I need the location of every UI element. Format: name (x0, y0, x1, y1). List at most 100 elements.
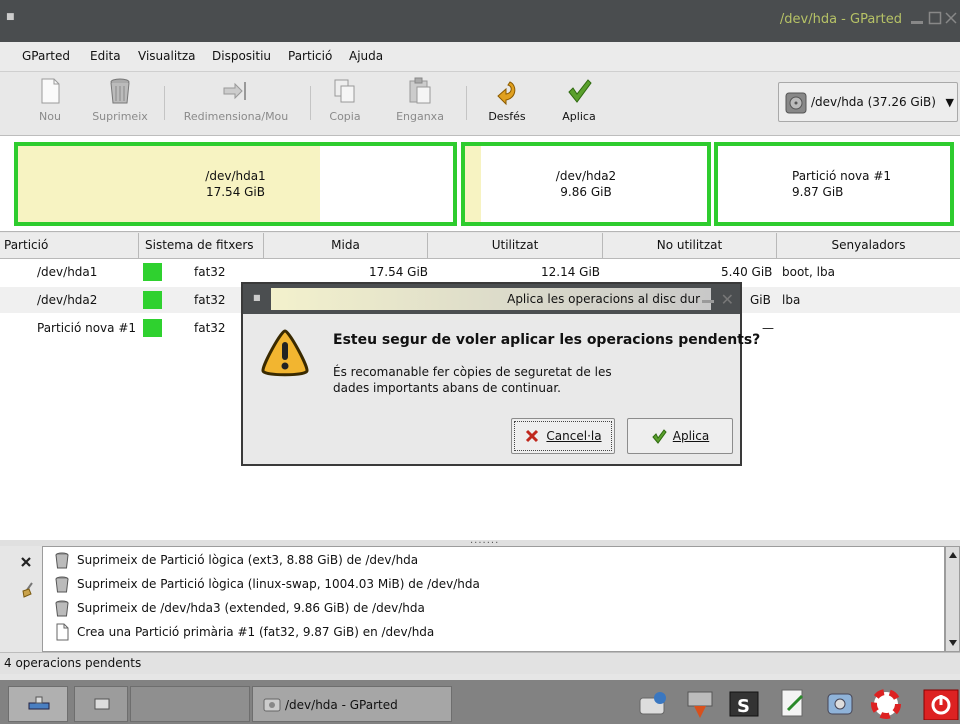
harddisk-icon (785, 92, 807, 114)
menu-icon (28, 696, 50, 710)
delete-button[interactable]: Suprimeix (90, 76, 150, 130)
undo-arrow-icon (497, 81, 516, 106)
copy-icon (334, 79, 355, 103)
new-document-icon (56, 623, 69, 641)
dialog-apply-button[interactable]: Aplica (627, 418, 733, 454)
scroll-down-arrow-icon[interactable] (948, 639, 958, 647)
menu-edit[interactable]: Edita (90, 49, 121, 63)
paste-button[interactable]: Enganxa (390, 76, 450, 130)
status-text: 4 operacions pendents (4, 656, 142, 670)
menu-partition[interactable]: Partició (288, 49, 332, 63)
taskbar-window-title: /dev/hda - GParted (285, 698, 398, 712)
cell-flags: lba (782, 293, 801, 307)
minimize-icon[interactable] (910, 11, 924, 25)
show-desktop-button[interactable] (74, 686, 128, 722)
column-unused[interactable]: No utilitzat (603, 233, 777, 259)
resize-move-button[interactable]: Redimensiona/Mou (176, 76, 296, 130)
dialog-heading: Esteu segur de voler aplicar les operaci… (333, 332, 761, 348)
diskmap-partition-hda2[interactable]: /dev/hda2 9.86 GiB (461, 142, 711, 226)
cell-partition: Partició nova #1 (37, 321, 137, 335)
cell-unused: 5.40 GiB (721, 265, 773, 279)
column-size[interactable]: Mida (264, 233, 428, 259)
column-flags[interactable]: Senyaladors (777, 233, 960, 259)
copy-button[interactable]: Copia (324, 76, 366, 130)
dialog-menu-icon[interactable]: ■ (253, 293, 261, 302)
cancel-button[interactable]: Cancel·la (511, 418, 615, 454)
menu-device[interactable]: Dispositiu (212, 49, 271, 63)
cell-size: 17.54 GiB (369, 265, 429, 279)
tray-power-icon[interactable] (920, 688, 960, 721)
partition-name: Partició nova #1 (792, 169, 892, 183)
new-document-icon (41, 78, 60, 104)
start-menu-button[interactable] (8, 686, 68, 722)
device-label: /dev/hda (37.26 GiB) (811, 95, 936, 109)
partition-size: 9.86 GiB (560, 185, 612, 199)
desktop-icon (94, 698, 110, 710)
cell-partition: /dev/hda2 (37, 293, 98, 307)
operations-scrollbar[interactable] (945, 546, 960, 652)
menu-gparted[interactable]: GParted (22, 49, 70, 63)
tray-help-lifebuoy-icon[interactable] (870, 688, 902, 720)
dropdown-arrow-icon: ▼ (945, 96, 954, 109)
list-item[interactable]: Suprimeix de Partició lògica (ext3, 8.88… (49, 549, 939, 573)
menu-view[interactable]: Visualitza (138, 49, 196, 63)
grip-dots-icon: ....... (470, 535, 500, 546)
trash-icon (55, 600, 69, 617)
cell-filesystem: fat32 (194, 265, 226, 279)
gparted-app-icon (263, 698, 281, 712)
toolbar: Nou Suprimeix Redimensiona/Mou Copia Eng… (0, 72, 960, 136)
clear-operations-broom-icon[interactable] (20, 582, 36, 598)
list-item[interactable]: Crea una Partició primària #1 (fat32, 9.… (49, 621, 939, 645)
tray-installer-icon[interactable] (684, 688, 716, 720)
diskmap-partition-hda1[interactable]: /dev/hda1 17.54 GiB (14, 142, 457, 226)
toolbar-separator (164, 86, 165, 120)
device-selector[interactable]: /dev/hda (37.26 GiB) ▼ (778, 82, 958, 122)
list-item[interactable]: Suprimeix de /dev/hda3 (extended, 9.86 G… (49, 597, 939, 621)
warning-icon (261, 329, 309, 377)
toolbar-separator (310, 86, 311, 120)
dialog-titlebar[interactable]: ■ Aplica les operacions al disc dur ✕ (243, 284, 740, 314)
partition-name: /dev/hda1 (205, 169, 266, 183)
close-icon[interactable] (944, 11, 958, 25)
filesystem-color-swatch (143, 263, 162, 281)
tray-disk-icon[interactable] (824, 688, 856, 720)
close-operations-icon[interactable] (20, 556, 32, 568)
filesystem-color-swatch (143, 319, 162, 337)
taskbar-window-gparted[interactable]: /dev/hda - GParted (252, 686, 452, 722)
cell-used: 12.14 GiB (541, 265, 601, 279)
column-used[interactable]: Utilitzat (428, 233, 603, 259)
tray-terminal-icon[interactable]: S (728, 688, 760, 720)
diskmap-partition-new1[interactable]: Partició nova #1 9.87 GiB (714, 142, 954, 226)
cell-filesystem: fat32 (194, 293, 226, 307)
window-titlebar[interactable]: ■ /dev/hda - GParted (0, 0, 960, 42)
new-button[interactable]: Nou (30, 76, 70, 130)
disk-partition-map: /dev/hda1 17.54 GiB /dev/hda2 9.86 GiB P… (0, 136, 960, 232)
menubar: GParted Edita Visualitza Dispositiu Part… (0, 42, 960, 72)
cancel-x-icon (526, 429, 539, 443)
taskbar: /dev/hda - GParted S (0, 680, 960, 724)
apply-button[interactable]: Aplica (554, 76, 604, 130)
trash-icon (55, 552, 69, 569)
close-icon[interactable]: ✕ (721, 290, 734, 309)
maximize-icon[interactable] (928, 11, 942, 25)
partition-table-header: Partició Sistema de fitxers Mida Utilitz… (0, 233, 960, 259)
column-partition[interactable]: Partició (0, 233, 139, 259)
column-filesystem[interactable]: Sistema de fitxers (139, 233, 264, 259)
minimize-icon[interactable] (702, 300, 714, 303)
checkmark-icon (652, 429, 667, 444)
filesystem-color-swatch (143, 291, 162, 309)
undo-button[interactable]: Desfés (480, 76, 534, 130)
window-menu-icon[interactable]: ■ (6, 12, 15, 22)
dialog-title: Aplica les operacions al disc dur (507, 292, 700, 306)
trash-icon (110, 78, 130, 104)
scroll-up-arrow-icon[interactable] (948, 551, 958, 559)
partition-name: /dev/hda2 (555, 169, 617, 183)
tray-editor-icon[interactable] (776, 688, 808, 720)
resize-arrow-icon (223, 82, 246, 100)
cancel-button-label: Cancel·la (546, 429, 602, 443)
menu-help[interactable]: Ajuda (349, 49, 383, 63)
svg-text:S: S (737, 696, 750, 717)
tray-network-icon[interactable] (636, 688, 668, 720)
list-item[interactable]: Suprimeix de Partició lògica (linux-swap… (49, 573, 939, 597)
status-bar: 4 operacions pendents (0, 652, 960, 674)
